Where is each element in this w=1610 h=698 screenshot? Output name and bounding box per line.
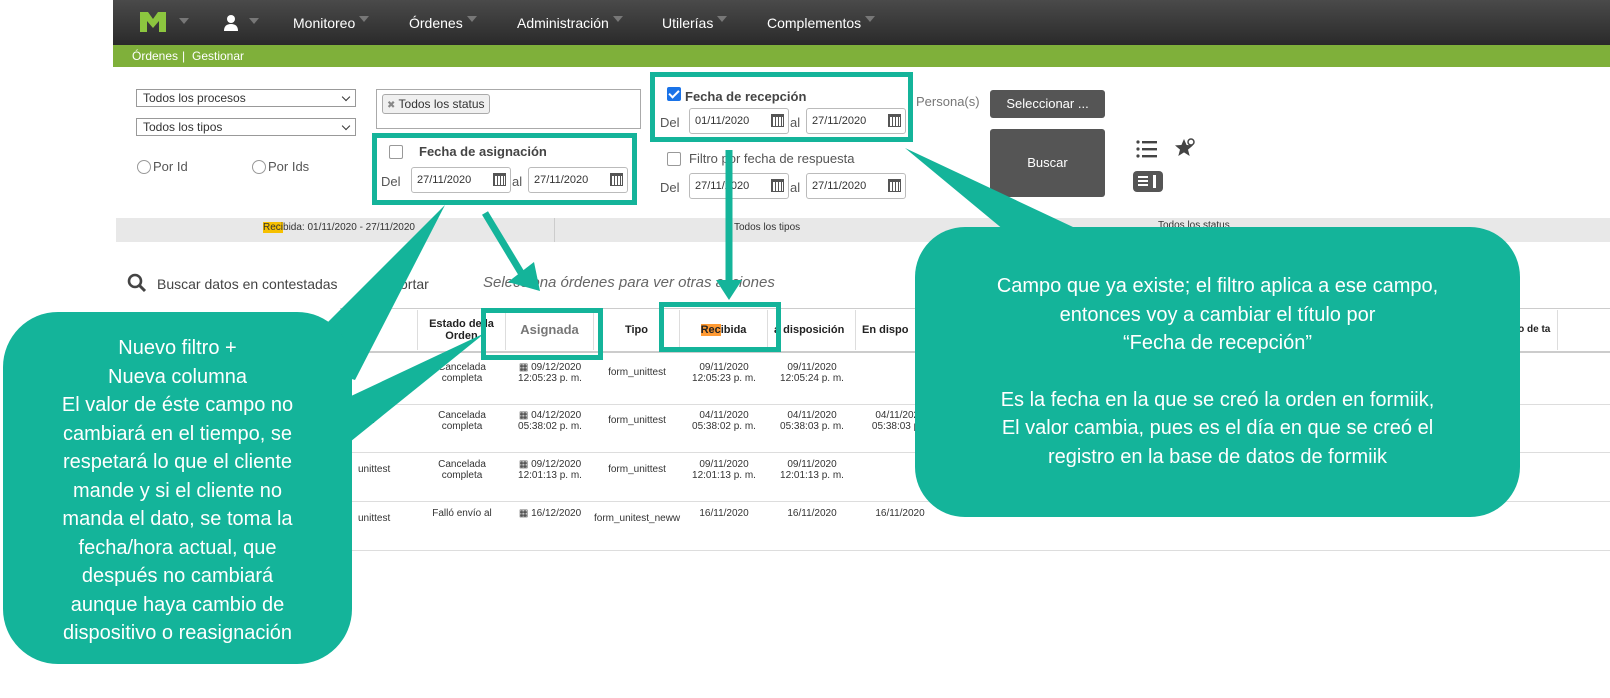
callout-line: Campo que ya existe; el filtro aplica a … [996,275,1439,297]
callout-line: aunque haya cambio de [70,593,285,616]
callout-line: manda el dato, se toma la [62,508,293,530]
callout-line: después no cambiará [81,565,274,587]
reception-arrow-head [716,280,742,300]
callout-line: El valor cambia, pues es el día en que s… [1001,417,1434,439]
callout-line: cambiará en el tiempo, se [62,422,292,445]
callout-line: Nuevo filtro + [118,337,237,359]
callout-spacer [915,358,1520,386]
callout-line: registro en la base de datos de formiik [1047,445,1388,468]
right-callout: Campo que ya existe; el filtro aplica a … [915,227,1520,517]
right-callout-pointer [905,148,1090,235]
callout-line: mande y si el cliente no [72,479,282,502]
callout-line: fecha/hora actual, que [78,536,277,559]
callout-line: respetará lo que el cliente [62,451,293,473]
callout-line: El valor de éste campo no [61,394,294,416]
left-callout: Nuevo filtro + Nueva columna El valor de… [3,312,352,664]
callout-line: Nueva columna [108,365,247,388]
callout-line: dispositivo o reasignación [62,622,293,644]
callout-line: Es la fecha en la que se creó la orden e… [1000,388,1435,411]
callout-line: “Fecha de recepción” [1123,332,1312,354]
assignment-arrow-head [508,262,540,291]
assignment-arrow [482,211,526,278]
callout-line: entonces voy a cambiar el título por [1059,303,1376,326]
